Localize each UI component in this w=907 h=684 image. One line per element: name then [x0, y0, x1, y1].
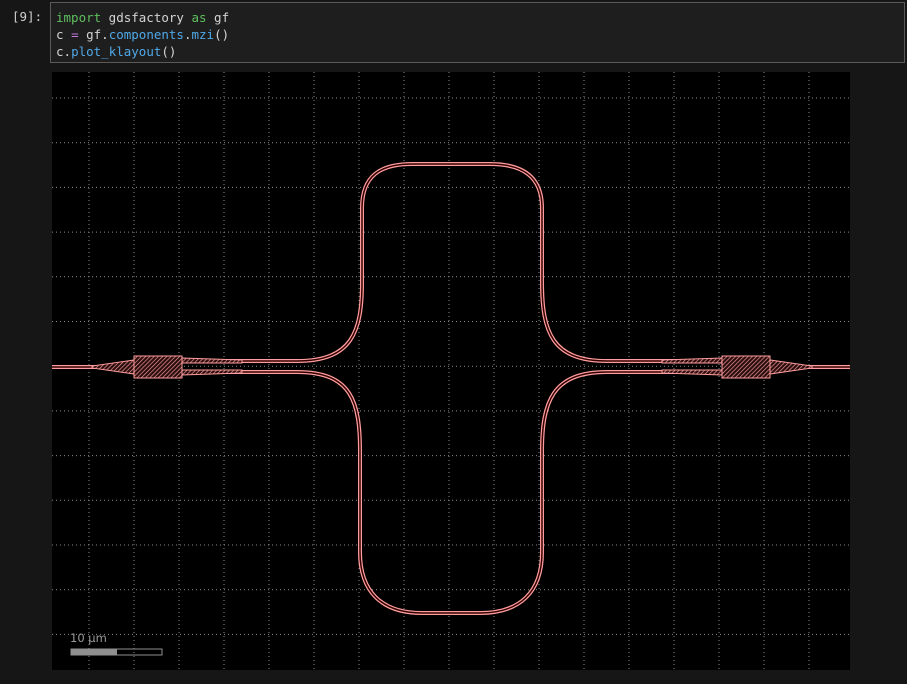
code-token: .	[183, 27, 192, 42]
code-token: gf	[78, 27, 102, 42]
code-token: components	[108, 27, 184, 42]
code-token: .	[101, 27, 109, 42]
code-token: c	[56, 44, 64, 59]
scale-bar	[70, 648, 163, 656]
cell-prompt: [9]:	[12, 9, 43, 24]
code-token: .	[63, 44, 72, 59]
code-line: import gdsfactory as gf	[56, 9, 904, 26]
mzi-layout-view	[52, 72, 850, 670]
code-token: plot_klayout	[71, 44, 162, 59]
code-token: gf	[206, 10, 230, 25]
code-token: mzi	[191, 27, 215, 42]
code-token: c	[56, 27, 72, 42]
code-line: c.plot_klayout()	[56, 43, 904, 60]
code-token: import	[56, 10, 102, 25]
code-cell-editor[interactable]: import gdsfactory as gf c = gf.components…	[50, 2, 905, 63]
code-token: as	[191, 10, 207, 25]
mmi-combiner-right	[661, 355, 813, 379]
mmi-splitter-left	[91, 355, 243, 379]
waveguide-bottom-arm	[187, 370, 717, 615]
klayout-plot-output	[52, 72, 850, 670]
code-token: ()	[214, 27, 230, 42]
code-token: ()	[161, 44, 177, 59]
code-token: =	[71, 27, 79, 42]
scale-bar-label: 10 µm	[70, 631, 107, 645]
code-line: c = gf.components.mzi()	[56, 26, 904, 43]
waveguides	[52, 162, 850, 615]
code-token: gdsfactory	[101, 10, 192, 25]
waveguide-top-arm	[187, 162, 717, 363]
